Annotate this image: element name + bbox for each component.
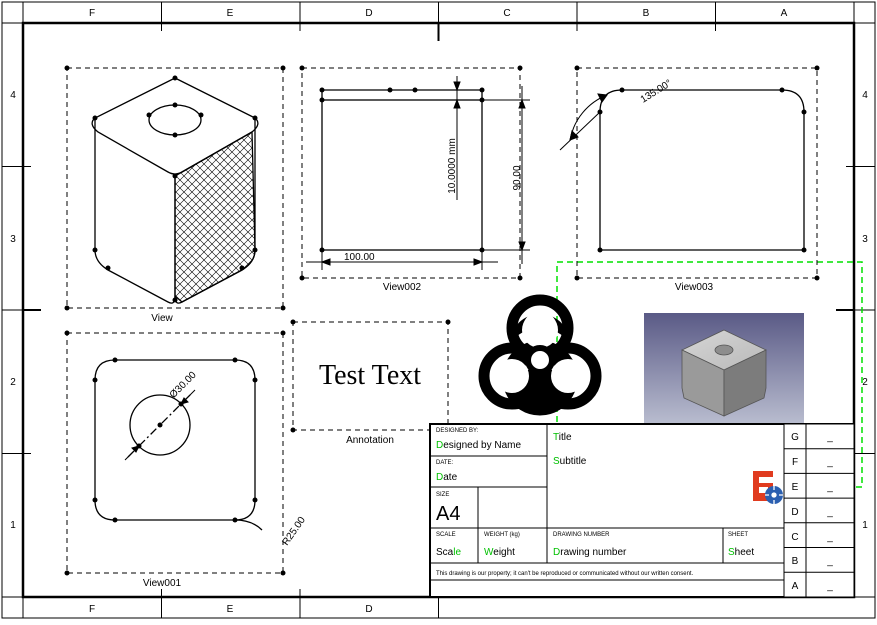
tb-weight-h: WEIGHT (kg) [484, 532, 520, 538]
rev-D: D [791, 507, 798, 518]
svg-text:Designed by Name: Designed by Name [436, 440, 521, 451]
dim-135: 135.00° [639, 78, 674, 106]
view-002[interactable]: 100.00 10.0000 mm 90.00 View002 [300, 66, 531, 294]
dim-100: 100.00 [344, 252, 375, 263]
annotation-text: Test Text [319, 360, 421, 391]
row-left-4: 4 [10, 90, 16, 101]
col-bot-F: F [89, 604, 95, 615]
annotation-view[interactable]: Test Text Annotation [291, 320, 451, 447]
row-left-2: 2 [10, 377, 16, 388]
view-003-label: View003 [675, 282, 714, 293]
rev-E: E [792, 482, 799, 493]
view-iso-label: View [151, 313, 173, 324]
view-iso[interactable]: View [65, 66, 286, 325]
col-bot-D: D [365, 604, 372, 615]
col-top-A: A [781, 8, 788, 19]
tb-size-h: SIZE [436, 492, 449, 498]
svg-text:Date: Date [436, 472, 458, 483]
row-right-3: 3 [862, 234, 868, 245]
view-001[interactable]: Ø30.00 R25.00 View001 [65, 331, 309, 590]
svg-text:Drawing number: Drawing number [553, 547, 627, 558]
col-bot-E: E [227, 604, 234, 615]
rev-G: G [791, 432, 799, 443]
row-right-1: 1 [862, 520, 868, 531]
tb-date-h: DATE: [436, 460, 454, 466]
drawing-sheet: { "frame": { "cols_top": ["F","E","D","C… [0, 0, 877, 620]
view-002-label: View002 [383, 282, 422, 293]
col-top-E: E [227, 8, 234, 19]
row-right-2: 2 [862, 377, 868, 388]
dim-dia30: Ø30.00 [168, 369, 199, 400]
svg-text:Title: Title [553, 432, 572, 443]
svg-text:_: _ [826, 482, 833, 493]
svg-text:_: _ [826, 507, 833, 518]
view-003[interactable]: 135.00° View003 [560, 66, 820, 294]
col-top-B: B [643, 8, 650, 19]
symbol-biohazard[interactable]: Symbol [484, 300, 596, 439]
biohazard-icon [484, 300, 596, 410]
col-top-F: F [89, 8, 95, 19]
svg-text:Scale: Scale [436, 547, 461, 558]
svg-text:_: _ [826, 532, 833, 543]
sheet-svg: F E D C B A F E D 4 3 [0, 0, 877, 620]
svg-text:_: _ [826, 581, 833, 592]
svg-text:Subtitle: Subtitle [553, 456, 587, 467]
dim-10mm: 10.0000 mm [447, 138, 458, 194]
svg-text:_: _ [826, 457, 833, 468]
tb-scale-h: SCALE [436, 532, 456, 538]
title-block: DESIGNED BY: Designed by Name DATE: Date… [430, 424, 854, 597]
dim-r25: R25.00 [280, 515, 308, 548]
tb-disclaimer: This drawing is our property; it can't b… [436, 571, 694, 577]
rev-B: B [792, 556, 799, 567]
col-top-C: C [503, 8, 510, 19]
rev-A: A [792, 581, 799, 592]
col-top-D: D [365, 8, 372, 19]
annotation-label: Annotation [346, 435, 394, 446]
svg-text:Sheet: Sheet [728, 547, 754, 558]
svg-text:_: _ [826, 432, 833, 443]
tb-designedby-h: DESIGNED BY: [436, 428, 479, 434]
svg-text:Weight: Weight [484, 547, 515, 558]
row-left-1: 1 [10, 520, 16, 531]
dim-90: 90.00 [512, 165, 523, 190]
tb-sheet-h: SHEET [728, 532, 748, 538]
view-001-label: View001 [143, 578, 182, 589]
rev-F: F [792, 457, 798, 468]
rev-C: C [791, 532, 798, 543]
tb-size: A4 [436, 503, 460, 525]
svg-text:_: _ [826, 556, 833, 567]
tb-date: ate [443, 472, 457, 483]
tb-dn-h: DRAWING NUMBER [553, 532, 610, 538]
row-right-4: 4 [862, 90, 868, 101]
row-left-3: 3 [10, 234, 16, 245]
tb-designedby: esigned by Name [443, 440, 521, 451]
